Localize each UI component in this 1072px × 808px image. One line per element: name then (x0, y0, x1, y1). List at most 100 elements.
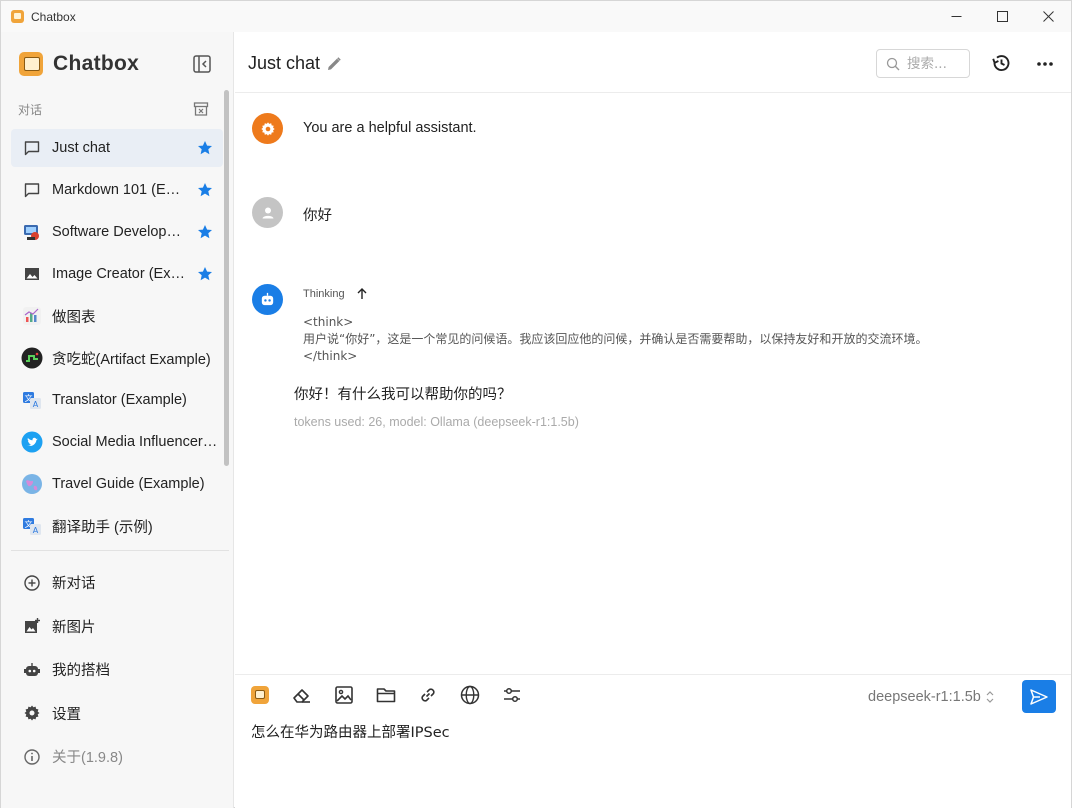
new-chat-button[interactable]: 新对话 (11, 561, 223, 605)
image-icon (21, 263, 43, 285)
search-box[interactable] (876, 49, 970, 78)
menu-label: 关于(1.9.8) (52, 750, 123, 767)
conversation-item-translator[interactable]: 文A Translator (Example) (11, 381, 223, 419)
copilot-button[interactable] (249, 684, 271, 706)
star-icon[interactable] (197, 266, 213, 282)
new-image-button[interactable]: 新图片 (11, 605, 223, 649)
sliders-icon (504, 687, 520, 703)
search-icon (886, 57, 900, 70)
title-bar: Chatbox (1, 1, 1071, 32)
think-text: 用户说“你好”，这是一个常见的问候语。我应该回应他的问候，并确认是否需要帮助，以… (303, 332, 928, 346)
conversation-item-software-developer[interactable]: Software Developer (Example) (11, 213, 223, 251)
maximize-button[interactable] (979, 1, 1025, 32)
conversation-item-image-creator[interactable]: Image Creator (Example) (11, 255, 223, 293)
person-icon (262, 207, 273, 218)
send-button[interactable] (1022, 680, 1056, 713)
globe-avatar-icon (21, 473, 43, 495)
attach-link-button[interactable] (417, 684, 439, 706)
conversation-item-snake[interactable]: 贪吃蛇(Artifact Example) (11, 339, 223, 377)
brand-name: Chatbox (53, 52, 140, 75)
sidebar-scrollbar[interactable] (224, 90, 229, 466)
model-name: deepseek-r1:1.5b (868, 689, 981, 705)
globe-icon (460, 685, 480, 705)
chat-header: Just chat (235, 32, 1071, 93)
message-input[interactable]: 怎么在华为路由器上部署IPSec (251, 721, 1051, 801)
more-options-icon[interactable] (1034, 53, 1056, 75)
clear-conversations-button[interactable] (193, 101, 209, 117)
window-title: Chatbox (31, 9, 76, 24)
menu-label: 新图片 (52, 619, 96, 636)
conversation-label: Image Creator (Example) (52, 266, 186, 282)
svg-text:A: A (33, 526, 39, 535)
conversation-label: Travel Guide (Example) (52, 476, 205, 492)
sidebar-toggle-icon (193, 55, 211, 73)
attach-file-button[interactable] (375, 684, 397, 706)
conversation-label: Just chat (52, 140, 111, 156)
chatbox-logo-icon (19, 52, 43, 76)
robot-icon (21, 659, 43, 681)
think-close-tag: </think> (303, 349, 358, 363)
conversation-item-social-media[interactable]: Social Media Influencer (Example) (11, 423, 223, 461)
image-icon (335, 686, 353, 704)
minimize-icon (951, 16, 961, 17)
thinking-content: <think> 用户说“你好”，这是一个常见的问候语。我应该回应他的问候，并确认… (303, 314, 927, 365)
star-icon[interactable] (197, 140, 213, 156)
star-icon[interactable] (197, 182, 213, 198)
composer-toolbar (249, 684, 543, 706)
close-button[interactable] (1025, 1, 1071, 32)
about-button[interactable]: 关于(1.9.8) (11, 735, 223, 779)
conversation-label: Software Developer (Example) (52, 224, 186, 240)
user-avatar (252, 197, 283, 228)
conversation-label: 做图表 (52, 309, 96, 326)
chat-bubble-icon (21, 179, 43, 201)
collapse-sidebar-button[interactable] (192, 54, 212, 74)
conversation-label: 翻译助手 (示例) (52, 519, 153, 536)
chat-settings-button[interactable] (501, 684, 523, 706)
conversation-label: Translator (Example) (52, 392, 187, 408)
chat-bubble-icon (21, 137, 43, 159)
link-icon (421, 688, 435, 702)
robot-icon (261, 292, 274, 306)
menu-label: 设置 (52, 706, 81, 723)
think-open-tag: <think> (303, 315, 354, 329)
star-icon[interactable] (197, 224, 213, 240)
sidebar: Chatbox 对话 Just chat Markdown 101 (Examp… (1, 32, 234, 808)
gear-icon (21, 702, 43, 724)
model-selector[interactable]: deepseek-r1:1.5b (868, 689, 995, 705)
maximize-icon (996, 11, 1008, 22)
gear-icon (260, 121, 275, 136)
plus-circle-icon (21, 572, 43, 594)
user-message-text: 你好 (303, 208, 332, 224)
web-browsing-button[interactable] (459, 684, 481, 706)
history-icon[interactable] (990, 52, 1012, 74)
sidebar-menu: 新对话 新图片 我的搭档 设置 关于(1.9.8) (11, 561, 223, 779)
conversation-item-markdown[interactable]: Markdown 101 (Example) (11, 171, 223, 209)
settings-button[interactable]: 设置 (11, 692, 223, 736)
clear-context-button[interactable] (291, 684, 313, 706)
eraser-icon (293, 689, 310, 703)
edit-pencil-icon[interactable] (326, 56, 342, 72)
arrow-up-icon[interactable] (355, 287, 369, 301)
conversation-item-just-chat[interactable]: Just chat (11, 129, 223, 167)
conversation-item-travel-guide[interactable]: Travel Guide (Example) (11, 465, 223, 503)
section-label: 对话 (18, 103, 43, 117)
brand: Chatbox (19, 52, 139, 76)
composer: deepseek-r1:1.5b 怎么在华为路由器上部署IPSec (235, 674, 1071, 808)
assistant-answer: 你好！有什么我可以帮助你的吗？ (294, 387, 512, 403)
conversation-label: 贪吃蛇(Artifact Example) (52, 351, 211, 368)
search-input[interactable] (907, 55, 969, 72)
conversation-label: Social Media Influencer (Example) (52, 434, 218, 450)
info-icon (21, 746, 43, 768)
conversation-item-chart[interactable]: 做图表 (11, 297, 223, 335)
translator-avatar-icon: 文A (21, 515, 43, 537)
translator-avatar-icon: 文A (21, 389, 43, 411)
my-copilots-button[interactable]: 我的搭档 (11, 648, 223, 692)
menu-label: 我的搭档 (52, 663, 110, 680)
attach-image-button[interactable] (333, 684, 355, 706)
divider (11, 550, 229, 551)
menu-label: 新对话 (52, 576, 96, 593)
chatbox-logo-icon (251, 686, 269, 704)
minimize-button[interactable] (933, 1, 979, 32)
system-avatar (252, 113, 283, 144)
conversation-item-translation-assistant[interactable]: 文A 翻译助手 (示例) (11, 507, 223, 545)
